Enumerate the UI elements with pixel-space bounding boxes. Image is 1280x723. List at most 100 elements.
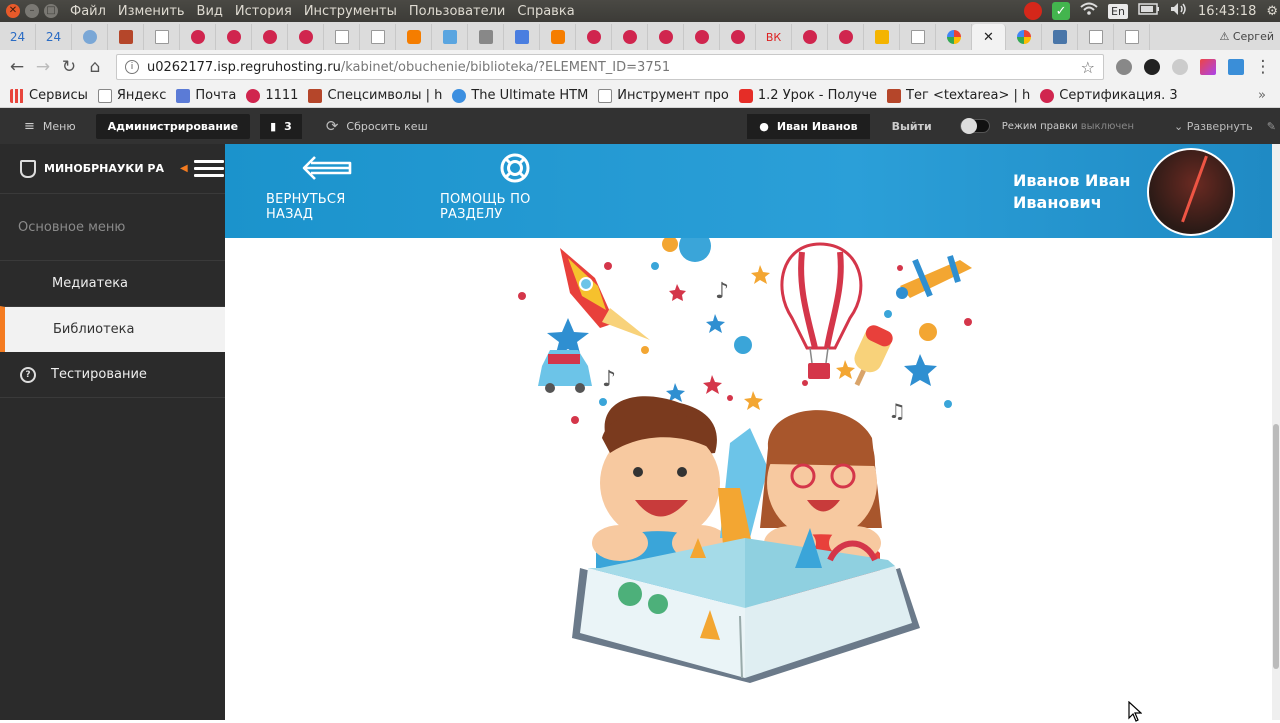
pin-icon[interactable]: ✎ xyxy=(1267,120,1276,133)
tab[interactable] xyxy=(1078,24,1114,50)
check-icon[interactable]: ✓ xyxy=(1052,2,1070,20)
profile-warning[interactable]: ⚠ Сергей xyxy=(1214,30,1280,43)
forward-arrow-icon[interactable]: → xyxy=(30,57,56,77)
administration-button[interactable]: Администрирование xyxy=(96,114,250,139)
tab[interactable] xyxy=(108,24,144,50)
tab[interactable] xyxy=(72,24,108,50)
tab[interactable] xyxy=(504,24,540,50)
tab[interactable] xyxy=(828,24,864,50)
os-menu-tools[interactable]: Инструменты xyxy=(304,4,397,19)
tab-active-close[interactable]: ✕ xyxy=(972,24,1006,50)
back-arrow-icon[interactable]: ← xyxy=(4,57,30,77)
help-button[interactable]: ПОМОЩЬ ПО РАЗДЕЛУ xyxy=(440,144,590,222)
url-bar[interactable]: i u0262177.isp.regruhosting.ru/kabinet/o… xyxy=(116,54,1104,80)
tab[interactable] xyxy=(540,24,576,50)
browser-menu-icon[interactable]: ⋮ xyxy=(1250,57,1276,77)
tab[interactable] xyxy=(1042,24,1078,50)
tab[interactable] xyxy=(792,24,828,50)
bookmark-star-icon[interactable]: ☆ xyxy=(1081,58,1095,77)
keyboard-layout[interactable]: En xyxy=(1108,4,1128,19)
logout-button[interactable]: Выйти xyxy=(892,120,932,133)
tab[interactable] xyxy=(1006,24,1042,50)
admin-menu-button[interactable]: ≡Меню xyxy=(24,119,76,134)
bookmark-item[interactable]: Тег <textarea> | h xyxy=(887,88,1030,103)
tab[interactable] xyxy=(612,24,648,50)
os-menu-history[interactable]: История xyxy=(235,4,292,19)
bookmark-item[interactable]: Яндекс xyxy=(98,88,167,103)
home-icon[interactable]: ⌂ xyxy=(82,57,108,77)
back-button[interactable]: ВЕРНУТЬСЯ НАЗАД xyxy=(266,144,388,222)
page-icon xyxy=(155,30,169,44)
os-menu-view[interactable]: Вид xyxy=(197,4,223,19)
extension-icon[interactable] xyxy=(1200,59,1216,75)
bookmark-item[interactable]: Спецсимволы | h xyxy=(308,88,442,103)
avatar[interactable] xyxy=(1147,148,1235,236)
admin-user-button[interactable]: ●Иван Иванов xyxy=(747,114,869,139)
edit-mode-toggle[interactable] xyxy=(960,119,990,133)
tab[interactable] xyxy=(288,24,324,50)
tab[interactable] xyxy=(720,24,756,50)
record-icon[interactable] xyxy=(1024,2,1042,20)
tab[interactable] xyxy=(252,24,288,50)
tab[interactable] xyxy=(684,24,720,50)
tab[interactable] xyxy=(468,24,504,50)
window-minimize-button[interactable]: – xyxy=(25,4,39,18)
bookmark-item[interactable]: 1.2 Урок - Получе xyxy=(739,88,877,103)
tab[interactable] xyxy=(936,24,972,50)
sidebar-section-title: Основное меню xyxy=(0,194,225,260)
expand-button[interactable]: ⌄ Развернуть xyxy=(1174,120,1253,133)
tab[interactable] xyxy=(360,24,396,50)
tab[interactable]: 24 xyxy=(0,24,36,50)
tab[interactable]: ВК xyxy=(756,24,792,50)
tab[interactable] xyxy=(900,24,936,50)
extension-icon[interactable] xyxy=(1228,59,1244,75)
tab[interactable]: 24 xyxy=(36,24,72,50)
bookmark-item[interactable]: Сертификация. 3 xyxy=(1040,88,1177,103)
bookmark-item[interactable]: Почта xyxy=(176,88,236,103)
sidebar-item-testing[interactable]: ? Тестирование xyxy=(0,352,225,398)
bookmarks-overflow-icon[interactable]: » xyxy=(1258,88,1266,103)
reset-cache-button[interactable]: ⟳Сбросить кеш xyxy=(326,117,428,135)
site-icon xyxy=(623,30,637,44)
page-scrollbar[interactable] xyxy=(1272,144,1280,720)
tab[interactable] xyxy=(432,24,468,50)
settings-gear-icon[interactable]: ⚙ xyxy=(1266,4,1278,19)
mail-icon xyxy=(875,30,889,44)
hamburger-menu-icon[interactable] xyxy=(194,156,224,181)
extension-icon[interactable] xyxy=(1172,59,1188,75)
user-full-name[interactable]: Иванов Иван Иванович xyxy=(1013,170,1153,214)
scrollbar-thumb[interactable] xyxy=(1273,424,1279,669)
tab[interactable] xyxy=(864,24,900,50)
sidebar-item-library[interactable]: Библиотека xyxy=(0,306,225,352)
notifications-badge[interactable]: ▮3 xyxy=(260,114,302,139)
os-menu-edit[interactable]: Изменить xyxy=(118,4,185,19)
bookmark-item[interactable]: Инструмент про xyxy=(598,88,729,103)
bookmark-item[interactable]: 1111 xyxy=(246,88,298,103)
tab[interactable] xyxy=(648,24,684,50)
tab[interactable] xyxy=(324,24,360,50)
collapse-arrow-icon[interactable]: ◀ xyxy=(180,163,188,174)
volume-icon[interactable] xyxy=(1170,2,1188,20)
window-close-button[interactable]: ✕ xyxy=(6,4,20,18)
tab[interactable] xyxy=(1114,24,1150,50)
close-icon[interactable]: ✕ xyxy=(983,30,994,45)
tab[interactable] xyxy=(576,24,612,50)
sidebar-item-mediateka[interactable]: Медиатека xyxy=(0,260,225,306)
os-menu-help[interactable]: Справка xyxy=(517,4,574,19)
clock[interactable]: 16:43:18 xyxy=(1198,4,1256,19)
reload-icon[interactable]: ↻ xyxy=(56,57,82,77)
extension-icon[interactable] xyxy=(1144,59,1160,75)
window-maximize-button[interactable]: □ xyxy=(44,4,58,18)
tab[interactable] xyxy=(216,24,252,50)
tab[interactable] xyxy=(396,24,432,50)
os-menu-users[interactable]: Пользователи xyxy=(409,4,506,19)
bookmark-apps[interactable]: Сервисы xyxy=(10,88,88,103)
bookmark-item[interactable]: The Ultimate HTM xyxy=(452,88,588,103)
wifi-icon[interactable] xyxy=(1080,2,1098,20)
extension-icon[interactable] xyxy=(1116,59,1132,75)
info-icon[interactable]: i xyxy=(125,60,139,74)
battery-icon[interactable] xyxy=(1138,3,1160,19)
tab[interactable] xyxy=(180,24,216,50)
tab[interactable] xyxy=(144,24,180,50)
os-menu-file[interactable]: Файл xyxy=(70,4,106,19)
